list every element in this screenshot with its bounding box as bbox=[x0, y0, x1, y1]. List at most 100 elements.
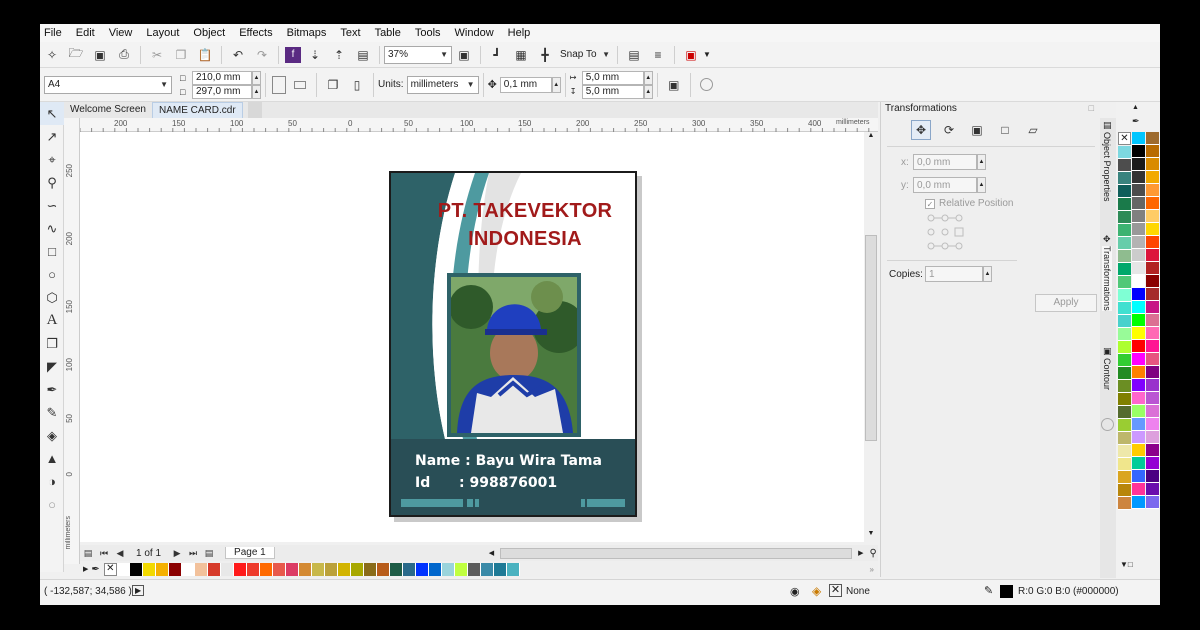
page-options-icon[interactable]: ▤ bbox=[82, 543, 94, 563]
status-play-icon[interactable]: ▶ bbox=[132, 585, 145, 596]
palette-swatch[interactable] bbox=[1118, 406, 1131, 419]
units-select[interactable]: millimeters ▼ bbox=[406, 75, 479, 94]
palette-swatch[interactable] bbox=[1132, 171, 1145, 184]
duplicate-x-spinner[interactable]: ▲ bbox=[643, 70, 653, 85]
menu-edit[interactable]: Edit bbox=[76, 27, 95, 39]
palette-scroll-icon[interactable]: » bbox=[870, 565, 874, 574]
palette-swatch[interactable] bbox=[1132, 132, 1145, 145]
palette-swatch[interactable] bbox=[1132, 483, 1145, 496]
color-swatch[interactable] bbox=[116, 562, 130, 576]
palette-swatch[interactable] bbox=[1132, 249, 1145, 262]
color-swatch[interactable] bbox=[129, 562, 143, 576]
palette-swatch[interactable] bbox=[1118, 198, 1131, 211]
palette-scroll-down-icon[interactable]: ▼□ bbox=[1120, 560, 1133, 569]
palette-swatch[interactable] bbox=[1146, 288, 1159, 301]
palette-swatch[interactable] bbox=[1146, 145, 1159, 158]
tab-object-properties[interactable]: Object Properties bbox=[1102, 132, 1112, 202]
palette-swatch[interactable] bbox=[1118, 367, 1131, 380]
palette-swatch[interactable] bbox=[1146, 262, 1159, 275]
zoom-tool-icon[interactable]: ⚲ bbox=[40, 171, 64, 194]
palette-swatch[interactable] bbox=[1146, 158, 1159, 171]
toolbox-options-icon[interactable]: ○ bbox=[40, 493, 64, 516]
menu-bitmaps[interactable]: Bitmaps bbox=[287, 27, 327, 39]
palette-swatch[interactable] bbox=[1118, 471, 1131, 484]
palette-swatch[interactable] bbox=[1146, 327, 1159, 340]
color-swatch[interactable] bbox=[467, 562, 481, 576]
palette-eyedropper-icon[interactable]: ✒ bbox=[91, 564, 99, 575]
fill-indicator-icon[interactable]: ◈ bbox=[812, 584, 821, 598]
apply-button[interactable]: Apply bbox=[1035, 294, 1097, 312]
palette-swatch[interactable] bbox=[1146, 236, 1159, 249]
palette-swatch[interactable] bbox=[1118, 445, 1131, 458]
scroll-down-arrow[interactable]: ▼ bbox=[864, 530, 878, 542]
palette-swatch[interactable] bbox=[1132, 353, 1145, 366]
landscape-icon[interactable] bbox=[290, 75, 310, 95]
nudge-distance-field[interactable]: 0,1 mm bbox=[499, 76, 552, 93]
tab-transformations[interactable]: Transformations bbox=[1102, 246, 1112, 311]
save-icon[interactable]: ▣ bbox=[90, 45, 110, 65]
palette-swatch[interactable] bbox=[1132, 275, 1145, 288]
color-swatch[interactable] bbox=[350, 562, 364, 576]
x-position-field[interactable]: 0,0 mm bbox=[913, 154, 977, 170]
palette-swatch[interactable] bbox=[1118, 315, 1131, 328]
palette-swatch[interactable] bbox=[1118, 237, 1131, 250]
palette-swatch[interactable] bbox=[1132, 327, 1145, 340]
palette-swatch[interactable] bbox=[1132, 236, 1145, 249]
add-page-icon[interactable]: ▤ bbox=[203, 543, 215, 563]
open-folder-icon[interactable]: 🗁 bbox=[66, 45, 86, 65]
palette-swatch[interactable] bbox=[1146, 392, 1159, 405]
object-properties-tab-icon[interactable]: ▤ bbox=[1103, 120, 1112, 131]
color-swatch[interactable] bbox=[194, 562, 208, 576]
palette-swatch[interactable] bbox=[1132, 457, 1145, 470]
palette-swatch[interactable] bbox=[1146, 405, 1159, 418]
vertical-ruler[interactable]: 250 200 150 100 50 0 millimeters bbox=[64, 118, 80, 564]
palette-swatch[interactable] bbox=[1132, 197, 1145, 210]
company-name-line2[interactable]: INDONESIA bbox=[391, 228, 635, 251]
palette-swatch[interactable] bbox=[1132, 405, 1145, 418]
color-swatch[interactable] bbox=[376, 562, 390, 576]
color-swatch[interactable] bbox=[415, 562, 429, 576]
rectangle-tool-icon[interactable]: □ bbox=[40, 240, 64, 263]
crop-tool-icon[interactable]: ⌖ bbox=[40, 148, 64, 171]
undo-icon[interactable]: ↶ bbox=[228, 45, 248, 65]
options-icon[interactable]: ≡ bbox=[648, 45, 668, 65]
scroll-thumb[interactable] bbox=[865, 235, 877, 441]
menu-view[interactable]: View bbox=[109, 27, 133, 39]
palette-swatch[interactable] bbox=[1132, 392, 1145, 405]
palette-flyout-icon[interactable]: ✒ bbox=[1132, 116, 1140, 127]
no-fill-swatch[interactable]: ✕ bbox=[1118, 132, 1131, 145]
interactive-fill-tool-icon[interactable]: ◑ bbox=[40, 470, 64, 493]
color-swatch[interactable] bbox=[402, 562, 416, 576]
outline-pen-icon[interactable]: ✎ bbox=[984, 584, 993, 597]
application-launcher-icon[interactable]: ▣ bbox=[681, 45, 701, 65]
menu-window[interactable]: Window bbox=[455, 27, 494, 39]
scale-mirror-mode-icon[interactable]: ▣ bbox=[967, 120, 987, 140]
full-screen-preview-icon[interactable]: ▣ bbox=[454, 45, 474, 65]
anchor-grid[interactable] bbox=[927, 214, 967, 257]
show-rulers-icon[interactable]: ┛ bbox=[487, 45, 507, 65]
id-card[interactable]: PT. TAKEVEKTOR INDONESIA Name: Bayu Wir… bbox=[389, 171, 637, 517]
menu-help[interactable]: Help bbox=[508, 27, 531, 39]
tab-name-card[interactable]: NAME CARD.cdr bbox=[152, 102, 243, 118]
color-swatch[interactable] bbox=[207, 562, 221, 576]
palette-swatch[interactable] bbox=[1118, 458, 1131, 471]
rotate-mode-icon[interactable]: ⟳ bbox=[939, 120, 959, 140]
color-swatch[interactable] bbox=[363, 562, 377, 576]
copy-icon[interactable]: ❐ bbox=[171, 45, 191, 65]
import-icon[interactable]: ⇣ bbox=[305, 45, 325, 65]
cut-icon[interactable]: ✂ bbox=[147, 45, 167, 65]
color-swatch[interactable] bbox=[259, 562, 273, 576]
tab-contour[interactable]: Contour bbox=[1102, 358, 1112, 390]
menu-text[interactable]: Text bbox=[340, 27, 360, 39]
palette-swatch[interactable] bbox=[1118, 393, 1131, 406]
palette-swatch[interactable] bbox=[1118, 328, 1131, 341]
menu-layout[interactable]: Layout bbox=[146, 27, 179, 39]
palette-swatch[interactable] bbox=[1118, 250, 1131, 263]
color-swatch[interactable] bbox=[181, 562, 195, 576]
color-swatch[interactable] bbox=[285, 562, 299, 576]
page-width-field[interactable]: 210,0 mm bbox=[192, 70, 252, 85]
page-height-field[interactable]: 297,0 mm bbox=[192, 84, 252, 99]
palette-swatch[interactable] bbox=[1146, 444, 1159, 457]
color-swatch[interactable] bbox=[428, 562, 442, 576]
palette-swatch[interactable] bbox=[1146, 132, 1159, 145]
